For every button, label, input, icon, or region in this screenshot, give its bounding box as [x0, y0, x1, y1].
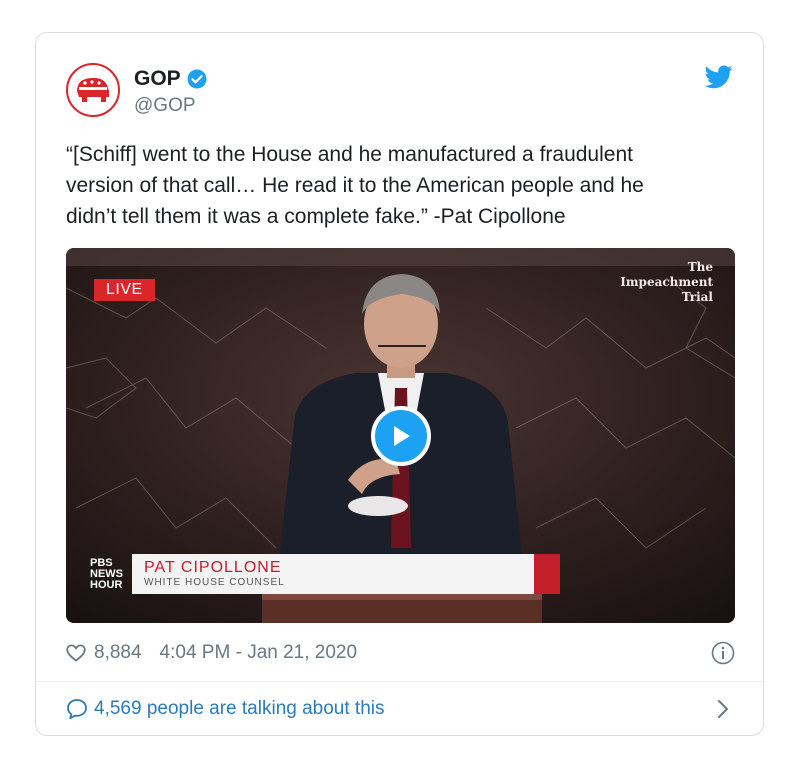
avatar[interactable]	[66, 63, 120, 117]
tweet-card: GOP @GOP “[Schiff] went to the House and…	[35, 32, 764, 736]
divider	[36, 681, 763, 682]
twitter-bird-icon[interactable]	[705, 65, 733, 89]
tweet-footer: 8,884 4:04 PM - Jan 21, 2020	[66, 639, 735, 667]
lower-third-name: PAT CIPOLLONE	[144, 559, 282, 576]
show-title: The Impeachment Trial	[620, 260, 713, 305]
play-icon	[394, 426, 410, 446]
pbs-newshour-logo: PBS NEWS HOUR	[90, 554, 132, 594]
logo-line: HOUR	[90, 578, 123, 591]
conversation-link[interactable]: 4,569 people are talking about this	[66, 695, 735, 723]
logo-line: NEWS	[90, 567, 123, 580]
logo-line: PBS	[90, 556, 113, 569]
speech-bubble-icon	[67, 699, 87, 720]
show-title-line: Trial	[681, 290, 713, 304]
tweet-timestamp[interactable]: 4:04 PM - Jan 21, 2020	[160, 642, 358, 664]
author-handle[interactable]: @GOP	[134, 95, 196, 117]
gop-elephant-icon	[77, 77, 109, 102]
info-icon[interactable]	[711, 641, 735, 665]
video-player[interactable]: LIVE The Impeachment Trial PBS NEWS HOUR…	[66, 248, 735, 623]
verified-badge-icon	[187, 69, 207, 89]
heart-icon[interactable]	[66, 644, 86, 662]
lower-third-body: PAT CIPOLLONE WHITE HOUSE COUNSEL	[132, 554, 534, 594]
lower-third-accent	[534, 554, 560, 594]
show-title-line: Impeachment	[620, 275, 713, 289]
like-count[interactable]: 8,884	[94, 642, 142, 664]
play-button[interactable]	[371, 406, 431, 466]
lower-third-title: WHITE HOUSE COUNSEL	[144, 577, 285, 588]
chevron-right-icon[interactable]	[717, 699, 729, 719]
tweet-text: “[Schiff] went to the House and he manuf…	[66, 143, 644, 228]
live-badge: LIVE	[94, 279, 155, 301]
author-name-row[interactable]: GOP	[134, 67, 207, 91]
lower-third-banner: PBS NEWS HOUR PAT CIPOLLONE WHITE HOUSE …	[90, 554, 560, 594]
talking-about-text[interactable]: 4,569 people are talking about this	[94, 698, 385, 720]
author-name[interactable]: GOP	[134, 67, 181, 91]
show-title-line: The	[687, 260, 713, 274]
